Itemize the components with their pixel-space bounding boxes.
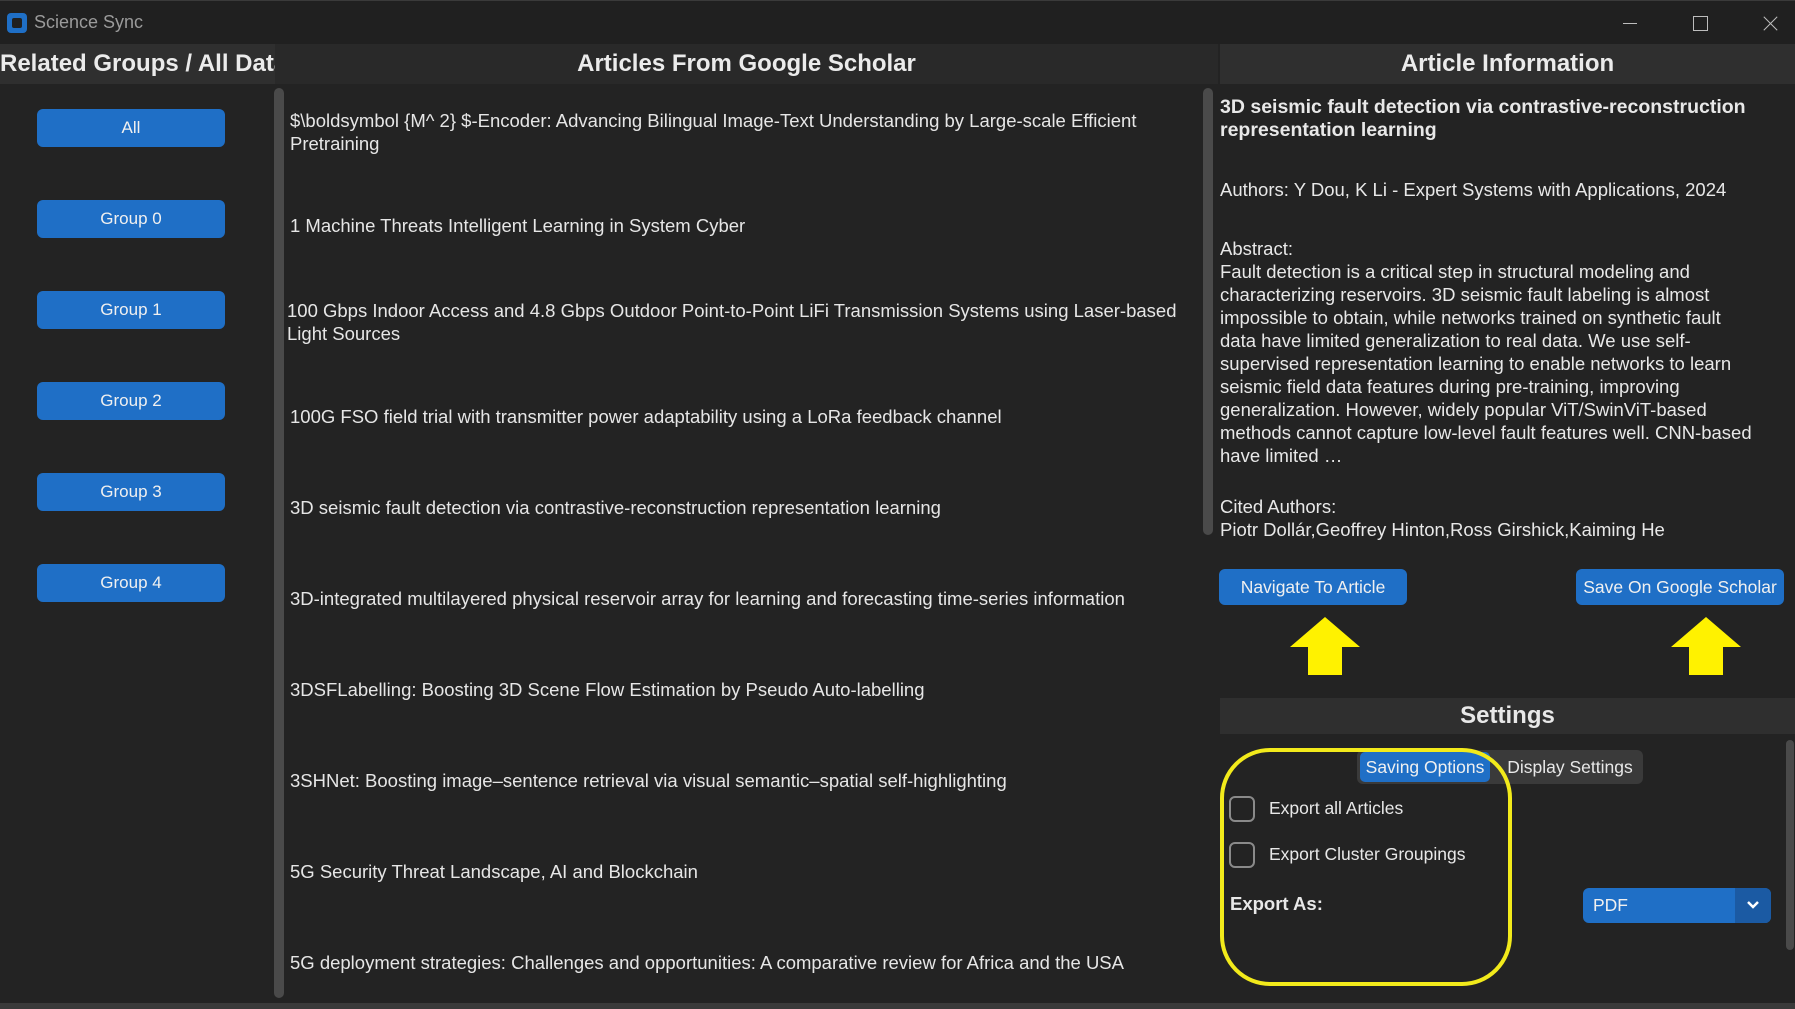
group-button-4[interactable]: Group 4 bbox=[37, 564, 225, 602]
article-info-header: Article Information bbox=[1220, 44, 1795, 84]
groups-scrollbar[interactable] bbox=[274, 88, 284, 998]
group-button-2[interactable]: Group 2 bbox=[37, 382, 225, 420]
article-item[interactable]: 3D-integrated multilayered physical rese… bbox=[290, 587, 1202, 610]
article-item[interactable]: 5G deployment strategies: Challenges and… bbox=[290, 951, 1202, 974]
group-button-0[interactable]: Group 0 bbox=[37, 200, 225, 238]
settings-header: Settings bbox=[1220, 698, 1795, 734]
article-item[interactable]: 100 Gbps Indoor Access and 4.8 Gbps Outd… bbox=[287, 299, 1203, 345]
cited-authors: Piotr Dollár,Geoffrey Hinton,Ross Girshi… bbox=[1220, 519, 1665, 540]
group-button-3[interactable]: Group 3 bbox=[37, 473, 225, 511]
navigate-to-article-button[interactable]: Navigate To Article bbox=[1219, 569, 1407, 605]
dropdown-toggle[interactable] bbox=[1735, 888, 1771, 923]
settings-scrollbar[interactable] bbox=[1786, 740, 1794, 950]
article-item[interactable]: 5G Security Threat Landscape, AI and Blo… bbox=[290, 860, 1202, 883]
articles-header: Articles From Google Scholar bbox=[275, 44, 1218, 84]
group-button-all[interactable]: All bbox=[37, 109, 225, 147]
articles-scrollbar[interactable] bbox=[1203, 88, 1213, 535]
article-item[interactable]: 3D seismic fault detection via contrasti… bbox=[290, 496, 1202, 519]
article-item[interactable]: 1 Machine Threats Intelligent Learning i… bbox=[290, 214, 1202, 237]
cited-authors-label: Cited Authors: bbox=[1220, 496, 1337, 517]
title-bar: Science Sync bbox=[0, 0, 1795, 44]
groups-header: Related Groups / All Data bbox=[0, 44, 287, 84]
abstract-text: Fault detection is a critical step in st… bbox=[1220, 261, 1752, 466]
article-item[interactable]: $\boldsymbol {M^ 2} $-Encoder: Advancing… bbox=[290, 109, 1202, 155]
window-title: Science Sync bbox=[34, 12, 144, 32]
chevron-down-icon bbox=[1747, 901, 1759, 909]
article-title: 3D seismic fault detection via contrasti… bbox=[1220, 96, 1746, 141]
save-on-google-scholar-button[interactable]: Save On Google Scholar bbox=[1576, 569, 1784, 605]
app-icon bbox=[7, 13, 27, 33]
article-item[interactable]: 100G FSO field trial with transmitter po… bbox=[290, 405, 1202, 428]
article-item[interactable]: 3SHNet: Boosting image–sentence retrieva… bbox=[290, 769, 1202, 792]
minimize-icon[interactable] bbox=[1603, 5, 1657, 41]
abstract-label: Abstract: bbox=[1220, 238, 1293, 259]
highlight-annotation bbox=[1220, 748, 1512, 986]
maximize-icon[interactable] bbox=[1673, 5, 1727, 41]
article-item[interactable]: 3DSFLabelling: Boosting 3D Scene Flow Es… bbox=[290, 678, 1202, 701]
arrow-up-icon bbox=[1671, 617, 1741, 675]
arrow-up-icon bbox=[1290, 617, 1360, 675]
close-icon[interactable] bbox=[1743, 5, 1795, 41]
export-format-value: PDF bbox=[1593, 895, 1628, 915]
article-authors: Authors: Y Dou, K Li - Expert Systems wi… bbox=[1220, 179, 1727, 200]
bottom-border bbox=[0, 1003, 1795, 1009]
tab-display-settings[interactable]: Display Settings bbox=[1500, 752, 1640, 782]
group-button-1[interactable]: Group 1 bbox=[37, 291, 225, 329]
